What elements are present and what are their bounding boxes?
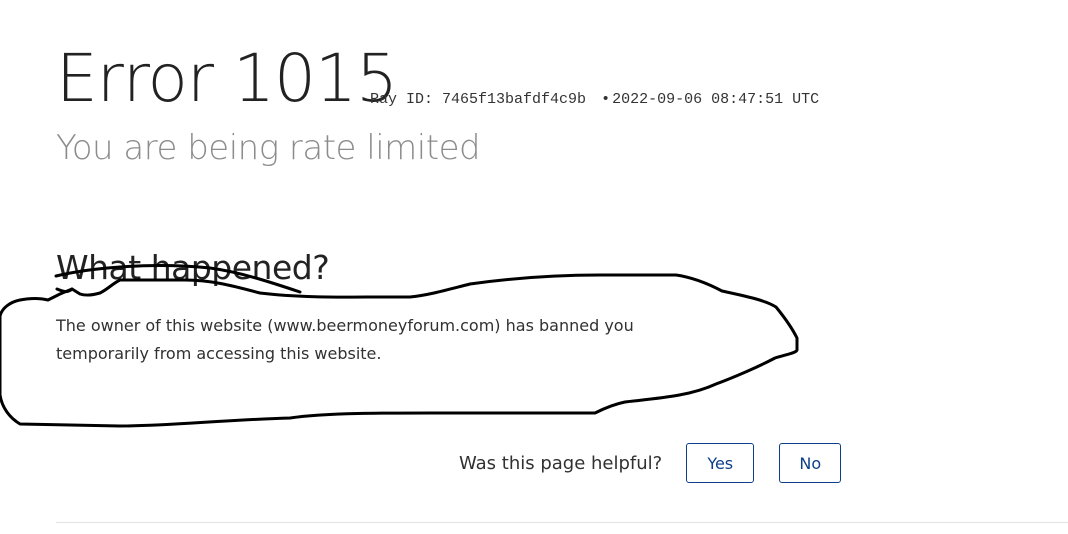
ray-id-label: Ray ID: (370, 91, 434, 108)
what-happened-heading: What happened? (56, 248, 330, 287)
timestamp: 2022-09-06 08:47:51 UTC (612, 91, 820, 108)
page-subtitle: You are being rate limited (56, 128, 481, 168)
feedback-yes-button[interactable]: Yes (686, 443, 755, 483)
error-title: Error 1015 (56, 40, 398, 117)
feedback-no-button[interactable]: No (779, 443, 842, 483)
footer-divider (56, 522, 1068, 523)
ray-info: Ray ID: 7465f13bafdf4c9b • 2022-09-06 08:… (370, 91, 819, 108)
bullet-separator: • (601, 91, 611, 108)
error-header: Error 1015 (56, 40, 398, 118)
feedback-bar: Was this page helpful? Yes No (459, 443, 842, 483)
feedback-question: Was this page helpful? (459, 452, 663, 474)
ray-id-value: 7465f13bafdf4c9b (442, 91, 587, 108)
what-happened-text: The owner of this website (www.beermoney… (56, 316, 634, 363)
